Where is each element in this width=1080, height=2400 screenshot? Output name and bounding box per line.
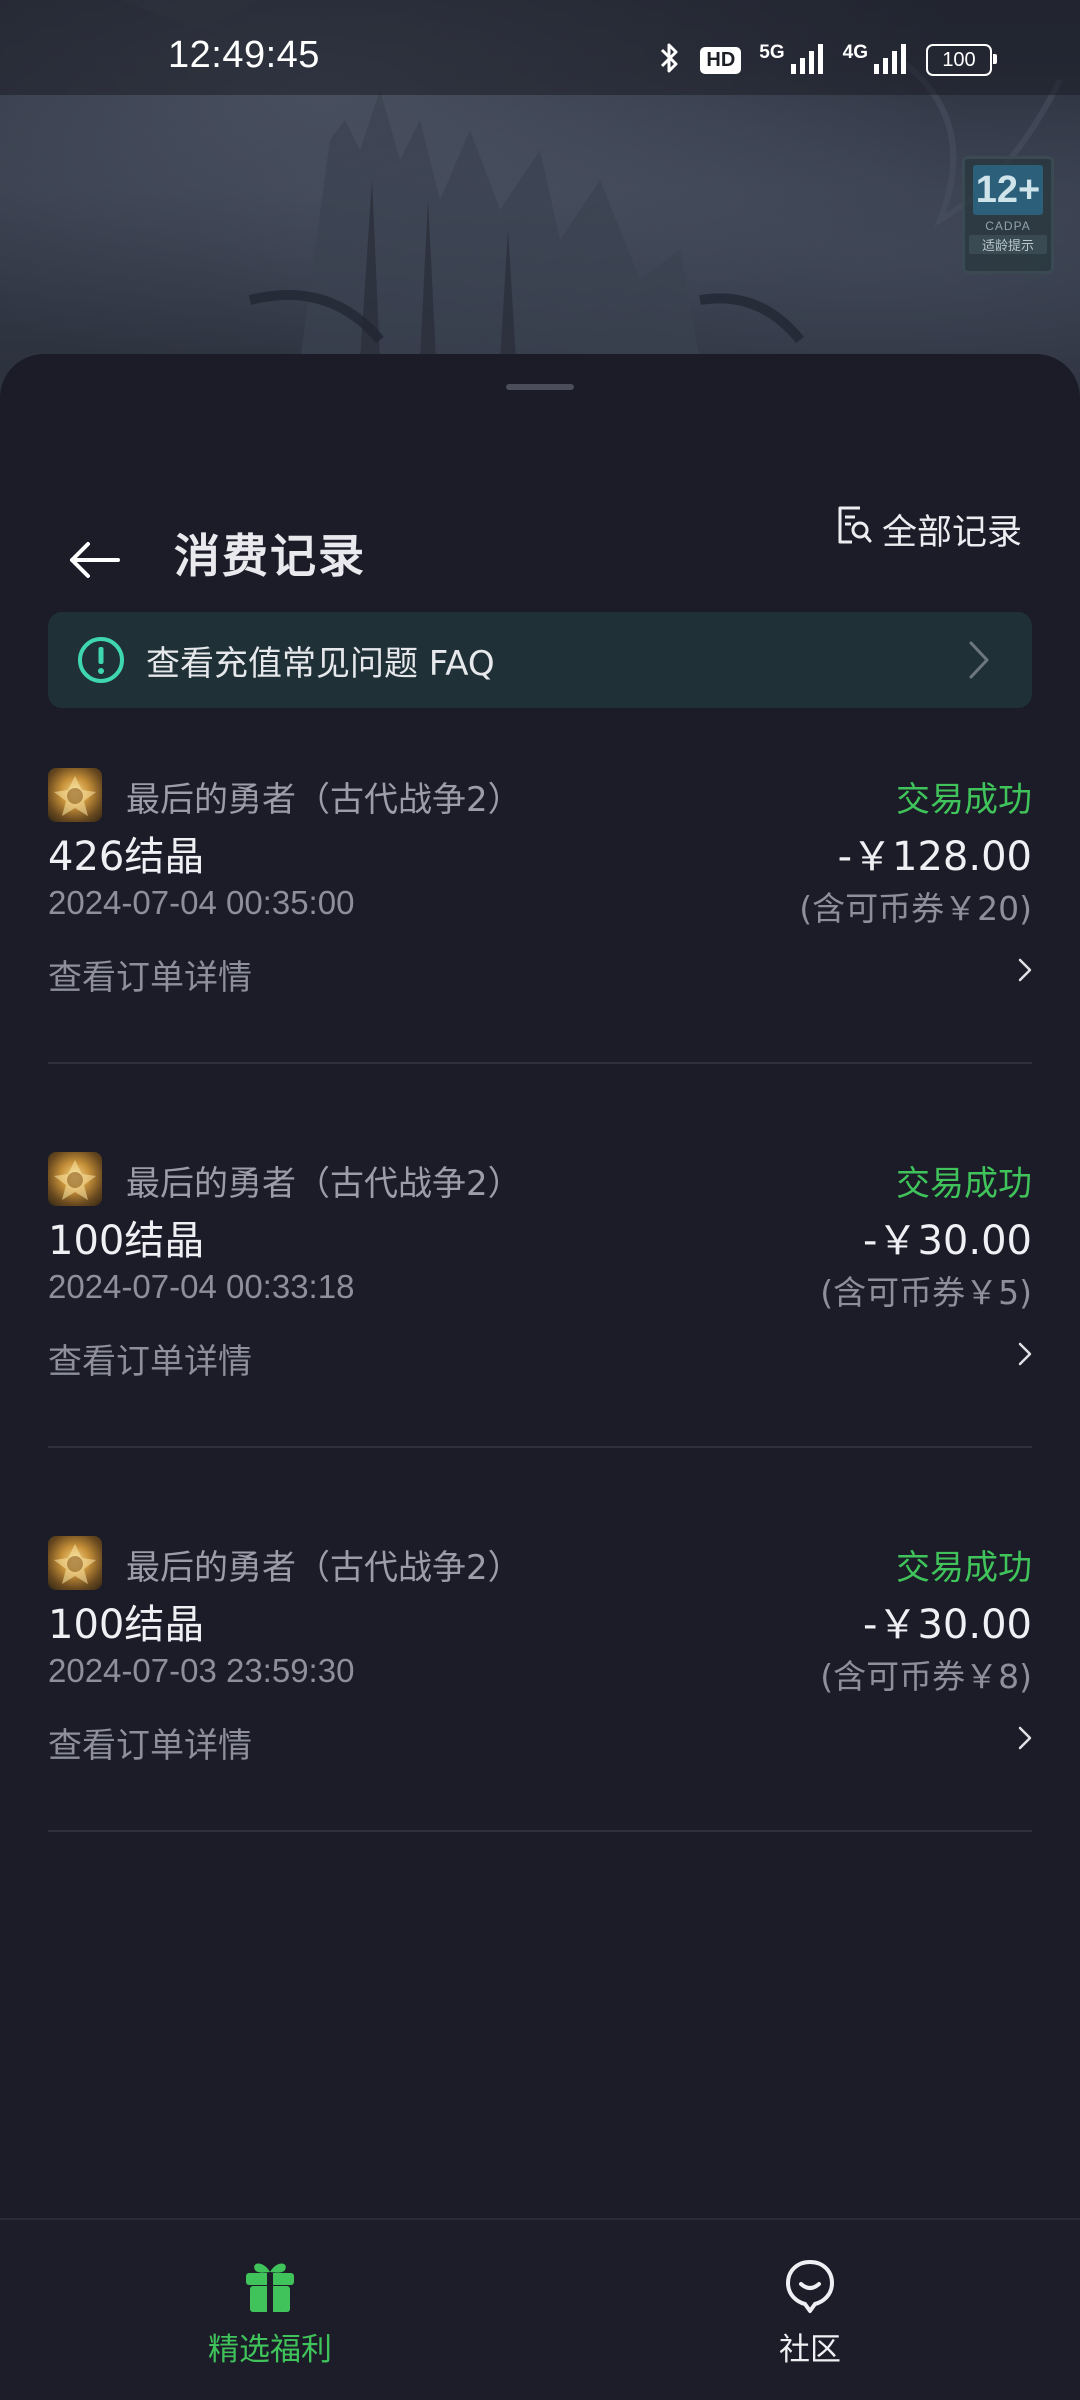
chevron-right-icon — [968, 640, 990, 684]
purchase-record: 最后的勇者（古代战争2） 交易成功 100结晶 -￥30.00 2024-07-… — [48, 1492, 1032, 1876]
records-search-icon — [836, 505, 872, 554]
age-rating-tip: 适龄提示 — [969, 235, 1047, 254]
chevron-right-icon[interactable] — [1018, 1342, 1032, 1370]
page-title: 消费记录 — [174, 529, 366, 583]
chevron-right-icon[interactable] — [1018, 1726, 1032, 1754]
status-icons: HD 5G 4G 100 — [658, 40, 997, 80]
game-name: 最后的勇者（古代战争2） — [126, 1548, 522, 1588]
transaction-status: 交易成功 — [896, 1548, 1032, 1588]
game-icon — [48, 768, 102, 822]
coupon-note: (含可币券￥8) — [820, 1657, 1032, 1696]
amount: -￥128.00 — [837, 834, 1032, 880]
transaction-status: 交易成功 — [896, 1164, 1032, 1204]
amount: -￥30.00 — [863, 1218, 1032, 1264]
item-name: 426结晶 — [48, 834, 205, 880]
purchase-record: 最后的勇者（古代战争2） 交易成功 426结晶 -￥128.00 2024-07… — [48, 724, 1032, 1108]
gift-icon — [243, 2263, 297, 2318]
age-rating-org: CADPA — [985, 219, 1031, 233]
status-time: 12:49:45 — [168, 34, 320, 76]
nav-item-welfare[interactable]: 精选福利 — [160, 2258, 380, 2369]
order-details-link[interactable]: 查看订单详情 — [48, 950, 252, 999]
item-name: 100结晶 — [48, 1602, 205, 1648]
amount: -￥30.00 — [863, 1602, 1032, 1648]
age-rating-number: 12+ — [973, 165, 1043, 215]
signal-4g-icon — [872, 42, 908, 78]
divider — [48, 1446, 1032, 1448]
age-rating-badge: 12+ CADPA 适龄提示 — [962, 156, 1054, 274]
purchase-record: 最后的勇者（古代战争2） 交易成功 100结晶 -￥30.00 2024-07-… — [48, 1108, 1032, 1492]
app-screen: 12:49:45 HD 5G 4G 100 12+ CADPA 适龄提示 消费记… — [0, 0, 1080, 2400]
arrow-left-icon — [66, 540, 122, 584]
order-details-link[interactable]: 查看订单详情 — [48, 1718, 252, 1767]
all-records-label: 全部记录 — [881, 513, 1022, 553]
net-5g-label: 5G — [759, 42, 785, 63]
divider — [48, 1830, 1032, 1832]
divider — [48, 1062, 1032, 1064]
bottom-navigation: 精选福利 社区 — [0, 2218, 1080, 2400]
coupon-note: (含可币券￥5) — [820, 1273, 1032, 1312]
back-button[interactable] — [58, 526, 130, 598]
sheet-drag-handle[interactable] — [506, 384, 574, 390]
faq-text: 查看充值常见问题 FAQ — [146, 643, 495, 684]
community-icon — [783, 2260, 837, 2318]
purchase-time: 2024-07-03 23:59:30 — [48, 1652, 355, 1689]
bluetooth-icon — [658, 40, 682, 80]
chevron-right-icon[interactable] — [1018, 958, 1032, 986]
hd-badge: HD — [700, 46, 742, 74]
nav-label-welfare: 精选福利 — [208, 2332, 332, 2368]
purchase-time: 2024-07-04 00:33:18 — [48, 1268, 355, 1305]
status-bar: 12:49:45 HD 5G 4G 100 — [0, 0, 1080, 95]
purchase-history-sheet: 消费记录 全部记录 查看充值常见问题 FAQ 最后的勇者（古代战争2） 交易成功… — [0, 354, 1080, 2400]
order-details-link[interactable]: 查看订单详情 — [48, 1334, 252, 1383]
game-name: 最后的勇者（古代战争2） — [126, 780, 522, 820]
purchase-time: 2024-07-04 00:35:00 — [48, 884, 355, 921]
signal-5g-icon — [789, 42, 825, 78]
nav-item-community[interactable]: 社区 — [700, 2258, 920, 2369]
nav-label-community: 社区 — [779, 2332, 841, 2368]
game-icon — [48, 1152, 102, 1206]
item-name: 100结晶 — [48, 1218, 205, 1264]
transaction-status: 交易成功 — [896, 780, 1032, 820]
faq-banner[interactable]: 查看充值常见问题 FAQ — [48, 612, 1032, 708]
coupon-note: (含可币券￥20) — [799, 889, 1032, 928]
info-circle-icon — [76, 635, 126, 685]
game-name: 最后的勇者（古代战争2） — [126, 1164, 522, 1204]
all-records-button[interactable]: 全部记录 — [836, 504, 1022, 555]
net-4g-label: 4G — [842, 42, 868, 63]
game-icon — [48, 1536, 102, 1590]
battery-icon: 100 — [926, 44, 997, 76]
